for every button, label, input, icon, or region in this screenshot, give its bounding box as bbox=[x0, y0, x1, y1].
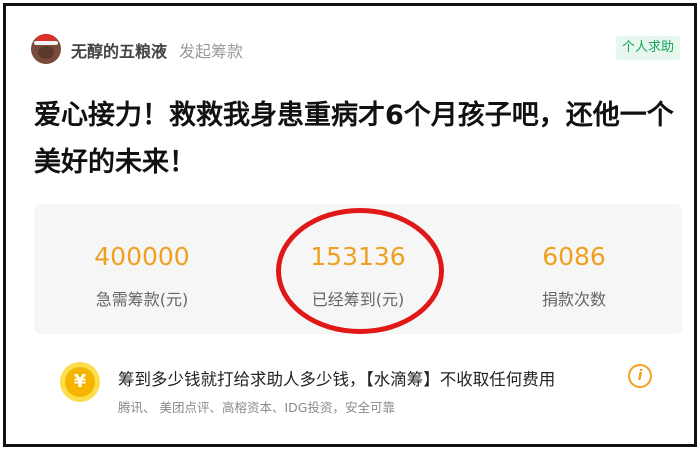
fee-promise-text: 筹到多少钱就打给求助人多少钱，【水滴筹】不收取任何费用 bbox=[118, 370, 556, 389]
coin-icon: ¥ bbox=[60, 362, 100, 402]
user-name[interactable]: 无醇的五粮液 bbox=[71, 38, 167, 62]
info-icon[interactable]: i bbox=[628, 364, 652, 388]
avatar[interactable] bbox=[31, 34, 61, 64]
stat-target-value: 400000 bbox=[94, 242, 190, 271]
page-title: 爱心接力！救救我身患重病才6个月孩子吧，还他一个美好的未来！ bbox=[34, 100, 674, 178]
red-highlight-circle bbox=[276, 208, 444, 334]
action-text: 发起筹款 bbox=[179, 42, 244, 61]
category-tag: 个人求助 bbox=[616, 36, 680, 60]
stat-donations-value: 6086 bbox=[542, 242, 606, 271]
avatar-face bbox=[38, 46, 54, 59]
backers-text: 腾讯、 美团点评、高榕资本、IDG投资，安全可靠 bbox=[118, 400, 395, 415]
stat-donations-label: 捐款次数 bbox=[541, 290, 606, 309]
stat-target-label: 急需筹款(元) bbox=[95, 290, 189, 309]
yuan-symbol: ¥ bbox=[65, 367, 95, 397]
hat-brim bbox=[34, 41, 58, 45]
stat-donations: 6086 捐款次数 bbox=[466, 204, 682, 334]
stat-target: 400000 急需筹款(元) bbox=[34, 204, 250, 334]
